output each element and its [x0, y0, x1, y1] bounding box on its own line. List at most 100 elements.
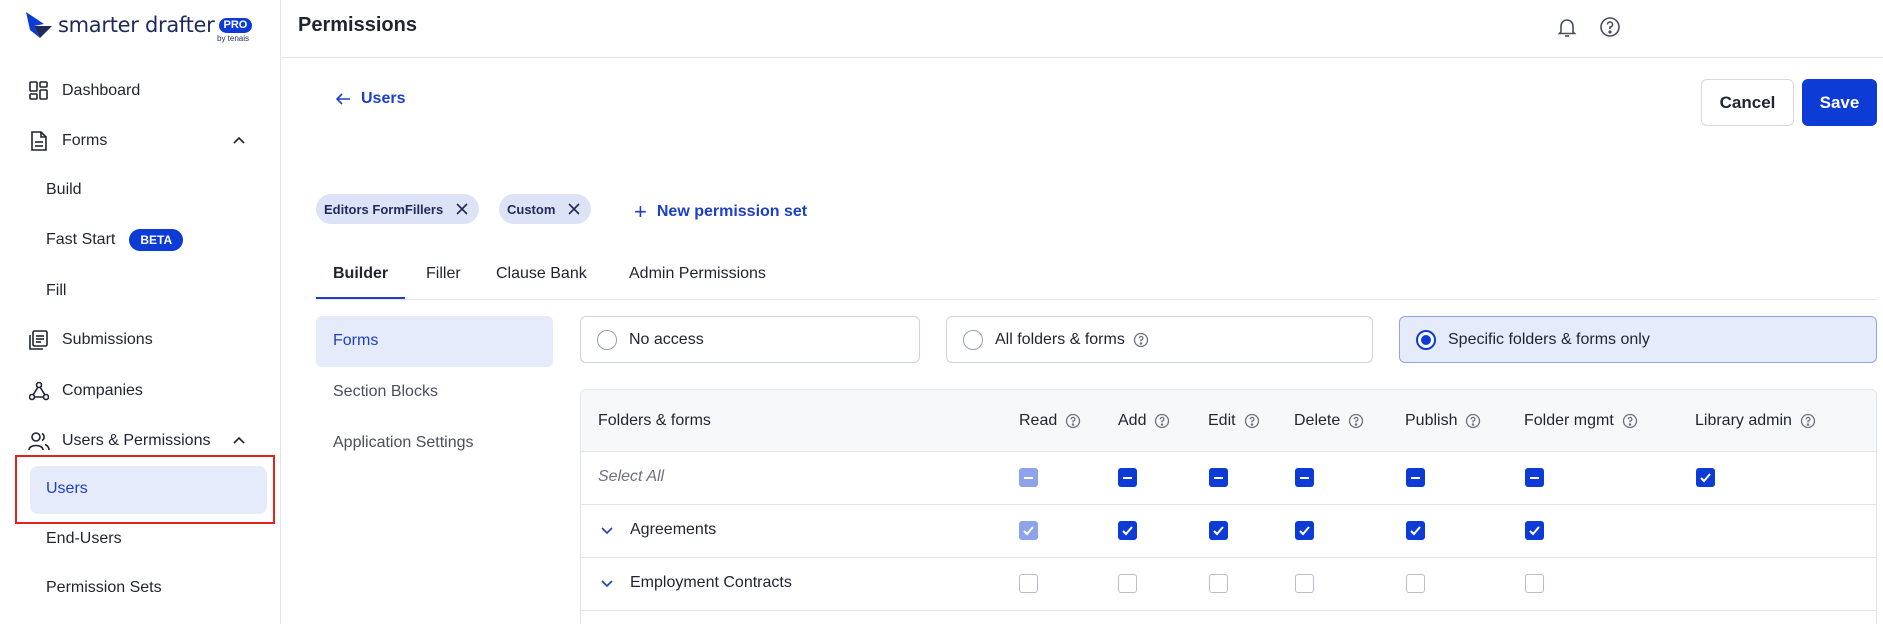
column-header-delete: Delete: [1294, 412, 1364, 430]
sidebar-item-label: Permission Sets: [46, 579, 162, 596]
help-icon[interactable]: [1133, 332, 1149, 348]
access-option-specific[interactable]: Specific folders & forms only: [1399, 316, 1877, 363]
chip-label: Editors FormFillers: [324, 201, 444, 217]
sidebar: smarter drafter PRO by tenais Dashboard …: [0, 0, 281, 624]
bell-icon[interactable]: [1555, 15, 1579, 39]
checkbox-publish-checked[interactable]: [1406, 521, 1425, 540]
sidebar-item-permission-sets[interactable]: Permission Sets: [46, 576, 162, 600]
subnav-item-application-settings[interactable]: Application Settings: [333, 434, 474, 452]
folder-label[interactable]: Agreements: [600, 521, 716, 539]
sidebar-item-build[interactable]: Build: [46, 178, 82, 202]
help-icon[interactable]: [1065, 413, 1081, 429]
column-label: Folders & forms: [598, 412, 711, 429]
help-icon[interactable]: [1465, 413, 1481, 429]
access-option-label: No access: [629, 330, 704, 348]
radio-button[interactable]: [963, 329, 983, 350]
help-icon[interactable]: [1598, 15, 1622, 39]
sidebar-item-submissions[interactable]: Submissions: [28, 326, 153, 354]
chevron-up-icon[interactable]: [232, 134, 246, 148]
checkbox-publish[interactable]: [1406, 574, 1425, 593]
column-header-add: Add: [1118, 412, 1170, 430]
checkbox-folder-mgmt-indeterminate[interactable]: [1525, 468, 1544, 487]
chevron-up-icon[interactable]: [232, 434, 246, 448]
column-label: Publish: [1405, 412, 1458, 429]
checkbox-delete-checked[interactable]: [1295, 521, 1314, 540]
checkbox-edit[interactable]: [1209, 574, 1228, 593]
checkbox-add-checked[interactable]: [1118, 521, 1137, 540]
checkbox-delete-indeterminate[interactable]: [1295, 468, 1314, 487]
checkbox-folder-mgmt[interactable]: [1525, 574, 1544, 593]
sidebar-item-users-permissions[interactable]: Users & Permissions: [28, 427, 210, 455]
checkbox-publish-indeterminate[interactable]: [1406, 468, 1425, 487]
permission-chip[interactable]: Editors FormFillers: [316, 194, 480, 224]
subnav-item-forms[interactable]: Forms: [316, 316, 553, 367]
sidebar-item-label: Fast Start: [46, 231, 116, 248]
help-icon[interactable]: [1622, 413, 1638, 429]
column-label: Delete: [1294, 412, 1341, 429]
close-icon[interactable]: [455, 202, 469, 216]
checkbox-add[interactable]: [1118, 574, 1137, 593]
back-to-users-link[interactable]: Users: [335, 90, 405, 108]
highlight-annotation: [15, 455, 275, 524]
sidebar-item-forms[interactable]: Forms: [28, 127, 253, 155]
close-icon[interactable]: [567, 202, 581, 216]
sidebar-item-label: Forms: [62, 132, 108, 149]
brand-logo[interactable]: smarter drafter PRO by tenais: [24, 10, 253, 46]
help-icon[interactable]: [1154, 413, 1170, 429]
sidebar-item-companies[interactable]: Companies: [28, 377, 143, 405]
column-label: Add: [1118, 412, 1147, 429]
permissions-table: Folders & forms Read Add Edit Delete Pub…: [580, 389, 1877, 624]
column-header-edit: Edit: [1208, 412, 1260, 430]
help-icon[interactable]: [1800, 413, 1816, 429]
permission-tabs: Builder Filler Clause Bank Admin Permiss…: [316, 262, 1877, 300]
checkbox-read-indeterminate[interactable]: [1019, 468, 1038, 487]
sidebar-item-fill[interactable]: Fill: [46, 279, 66, 303]
check-icon: [1410, 526, 1421, 536]
back-link-label: Users: [361, 90, 406, 107]
help-icon[interactable]: [1244, 413, 1260, 429]
checkbox-add-indeterminate[interactable]: [1118, 468, 1137, 487]
column-label: Library admin: [1695, 412, 1792, 429]
select-all-label: Select All: [598, 468, 665, 485]
table-row: Employment Contracts: [581, 558, 1876, 611]
column-header-publish: Publish: [1405, 412, 1481, 430]
sidebar-item-dashboard[interactable]: Dashboard: [28, 77, 140, 105]
sidebar-item-end-users[interactable]: End-Users: [46, 527, 122, 551]
column-header-read: Read: [1019, 412, 1081, 430]
subnav-item-section-blocks[interactable]: Section Blocks: [333, 383, 438, 401]
brand-name: smarter drafter: [58, 13, 215, 37]
access-option-label: All folders & forms: [995, 330, 1125, 348]
save-button[interactable]: Save: [1802, 79, 1877, 126]
checkbox-edit-indeterminate[interactable]: [1209, 468, 1228, 487]
permission-chip[interactable]: Custom: [499, 194, 592, 224]
checkbox-read[interactable]: [1019, 574, 1038, 593]
sidebar-item-label: Submissions: [62, 331, 153, 348]
page-title: Permissions: [298, 14, 417, 36]
new-permission-set-button[interactable]: + New permission set: [634, 199, 807, 225]
chevron-down-icon[interactable]: [600, 576, 614, 590]
tab-filler[interactable]: Filler: [426, 265, 461, 299]
cancel-button[interactable]: Cancel: [1701, 79, 1794, 126]
document-icon: [28, 130, 50, 152]
chevron-down-icon[interactable]: [600, 523, 614, 537]
checkbox-delete[interactable]: [1295, 574, 1314, 593]
radio-button[interactable]: [597, 329, 617, 350]
checkbox-folder-mgmt-checked[interactable]: [1525, 521, 1544, 540]
tab-builder[interactable]: Builder: [316, 265, 406, 299]
beta-badge: BETA: [129, 229, 184, 251]
check-icon: [1529, 526, 1540, 536]
checkbox-library-admin-checked[interactable]: [1696, 468, 1715, 487]
access-option-no-access[interactable]: No access: [580, 316, 920, 363]
sidebar-item-label: Fill: [46, 282, 67, 299]
tab-admin-permissions[interactable]: Admin Permissions: [629, 265, 766, 299]
access-option-all[interactable]: All folders & forms: [946, 316, 1373, 363]
radio-button[interactable]: [1416, 329, 1436, 350]
checkbox-edit-checked[interactable]: [1209, 521, 1228, 540]
tab-clause-bank[interactable]: Clause Bank: [496, 265, 587, 299]
help-icon[interactable]: [1348, 413, 1364, 429]
folder-name: Agreements: [630, 521, 717, 538]
sidebar-item-fast-start[interactable]: Fast Start BETA: [46, 228, 184, 252]
checkbox-read-checked[interactable]: [1019, 521, 1038, 540]
column-header-library-admin: Library admin: [1695, 412, 1816, 430]
folder-label[interactable]: Employment Contracts: [600, 574, 792, 592]
